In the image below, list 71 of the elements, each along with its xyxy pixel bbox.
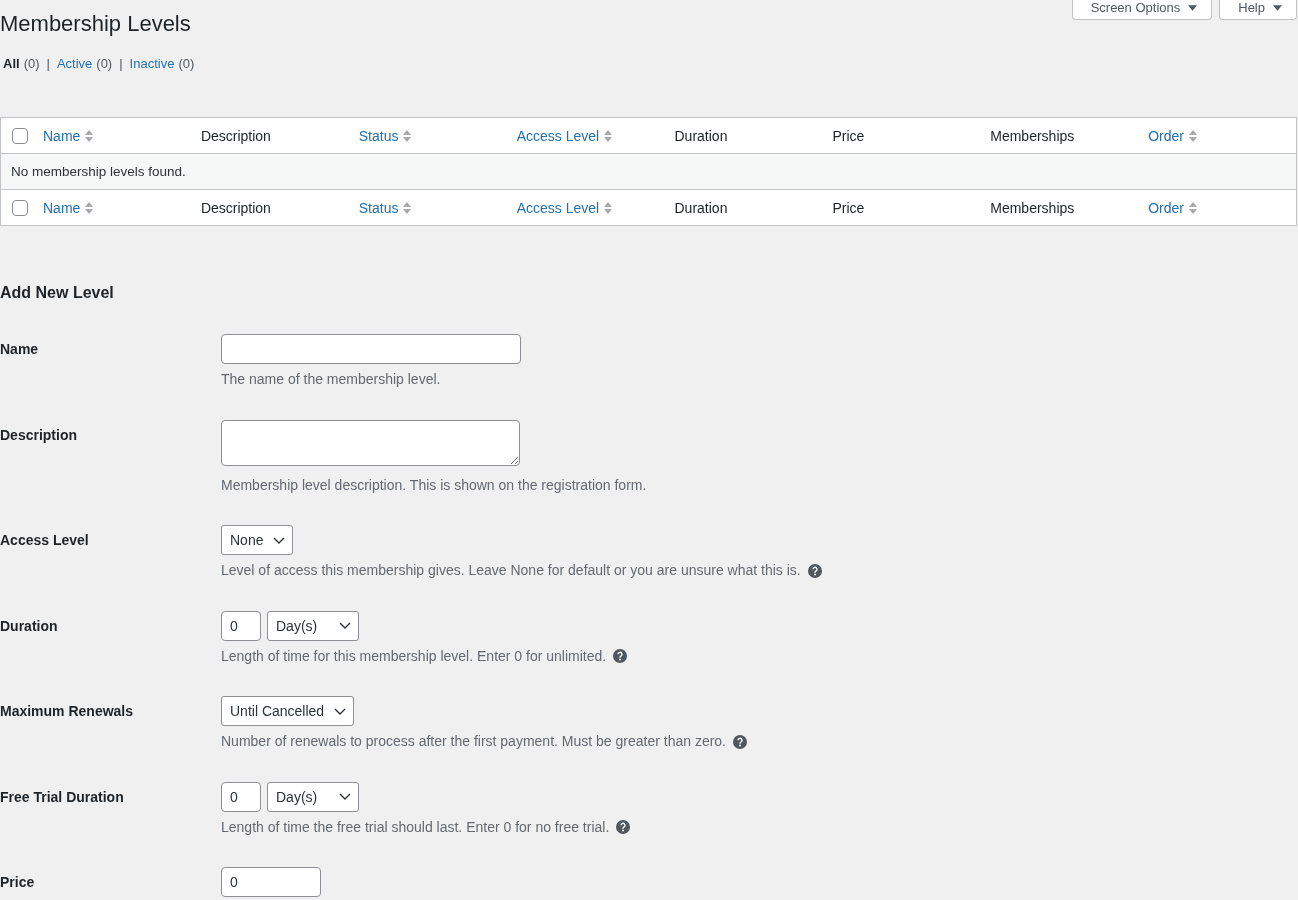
chevron-down-icon — [339, 793, 351, 800]
dropdown-toggle-button[interactable]: Help — [1219, 0, 1297, 20]
field-label: Price — [0, 873, 35, 892]
dropdown-select[interactable]: None — [221, 525, 294, 555]
column-header: Memberships — [990, 127, 1075, 144]
dropdown-toggle-button[interactable]: Screen Options — [1071, 0, 1213, 20]
help-icon[interactable] — [733, 734, 747, 749]
help-icon[interactable] — [616, 820, 631, 835]
text-input-field[interactable]: 0 — [221, 867, 321, 897]
sort-arrows-icon — [1188, 128, 1197, 143]
filter-link[interactable]: All — [3, 51, 20, 77]
field-description: Length of time for this membership level. Enter 0 for unlimited. — [221, 646, 607, 666]
field-description: Length of time the free trial should last. Enter 0 for no free trial. — [221, 817, 610, 837]
sortable-column-link[interactable]: Status — [358, 127, 412, 144]
text-input-field[interactable]: 0 — [221, 781, 261, 812]
sortable-column-link[interactable]: Order — [1148, 127, 1197, 144]
sort-arrows-icon — [1188, 200, 1197, 215]
field-label: Name — [0, 340, 39, 359]
filter-separator: | — [46, 55, 50, 73]
dropdown-select[interactable]: Day(s) — [267, 610, 359, 641]
caret-down-icon — [1188, 4, 1198, 11]
sortable-column-link[interactable]: Access Level — [516, 127, 613, 144]
textarea-field[interactable] — [221, 419, 520, 466]
field-label: Description — [0, 425, 77, 445]
sort-arrows-icon — [604, 200, 613, 215]
page-title: Membership Levels — [0, 10, 191, 38]
field-description: Number of renewals to process after the first payment. Must be greater than zero. — [221, 732, 726, 751]
field-description: The name of the membership level. — [221, 370, 441, 389]
field-label: Duration — [0, 616, 58, 636]
sort-arrows-icon — [85, 200, 94, 215]
column-header: Duration — [674, 127, 728, 144]
sort-arrows-icon — [403, 200, 412, 215]
field-label: Access Level — [0, 531, 89, 550]
text-input-field[interactable] — [221, 334, 521, 364]
chevron-down-icon — [273, 536, 286, 544]
sortable-column-link[interactable]: Status — [358, 199, 412, 216]
field-label: Free Trial Duration — [0, 787, 124, 807]
sortable-column-link[interactable]: Order — [1148, 199, 1197, 216]
dropdown-select[interactable]: Day(s) — [267, 781, 359, 812]
field-description: Membership level description. This is shown on the registration form. — [221, 475, 647, 495]
column-header: Duration — [674, 199, 728, 216]
select-all-checkbox[interactable] — [12, 199, 28, 216]
text-input-field[interactable]: 0 — [221, 610, 261, 641]
sortable-column-link[interactable]: Name — [43, 127, 94, 144]
dropdown-select[interactable]: Until Cancelled — [221, 696, 355, 726]
column-header: Price — [832, 199, 865, 216]
sortable-column-link[interactable]: Access Level — [516, 199, 613, 216]
help-icon[interactable] — [807, 563, 822, 578]
sort-arrows-icon — [85, 128, 94, 143]
filter-link[interactable]: Active — [56, 51, 93, 77]
column-header: Description — [200, 199, 271, 216]
filter-count: (0) — [96, 55, 113, 73]
sort-arrows-icon — [403, 128, 412, 143]
chevron-down-icon — [334, 707, 347, 715]
filter-link[interactable]: Inactive — [129, 51, 175, 77]
caret-down-icon — [1273, 4, 1282, 11]
help-icon[interactable] — [613, 649, 628, 664]
column-header: Price — [832, 127, 865, 144]
filter-separator: | — [119, 55, 123, 73]
field-description: Level of access this membership gives. Leave None for default or you are unsure what this is. — [221, 561, 801, 580]
column-header: Description — [200, 127, 271, 144]
filter-count: (0) — [23, 55, 40, 73]
sort-arrows-icon — [604, 128, 613, 143]
field-label: Maximum Renewals — [0, 702, 134, 721]
select-all-checkbox[interactable] — [12, 127, 28, 144]
sortable-column-link[interactable]: Name — [43, 199, 94, 216]
section-heading: Add New Level — [0, 283, 114, 303]
empty-message: No membership levels found. — [11, 164, 186, 179]
filter-count: (0) — [178, 55, 195, 73]
column-header: Memberships — [990, 199, 1075, 216]
chevron-down-icon — [339, 622, 351, 629]
